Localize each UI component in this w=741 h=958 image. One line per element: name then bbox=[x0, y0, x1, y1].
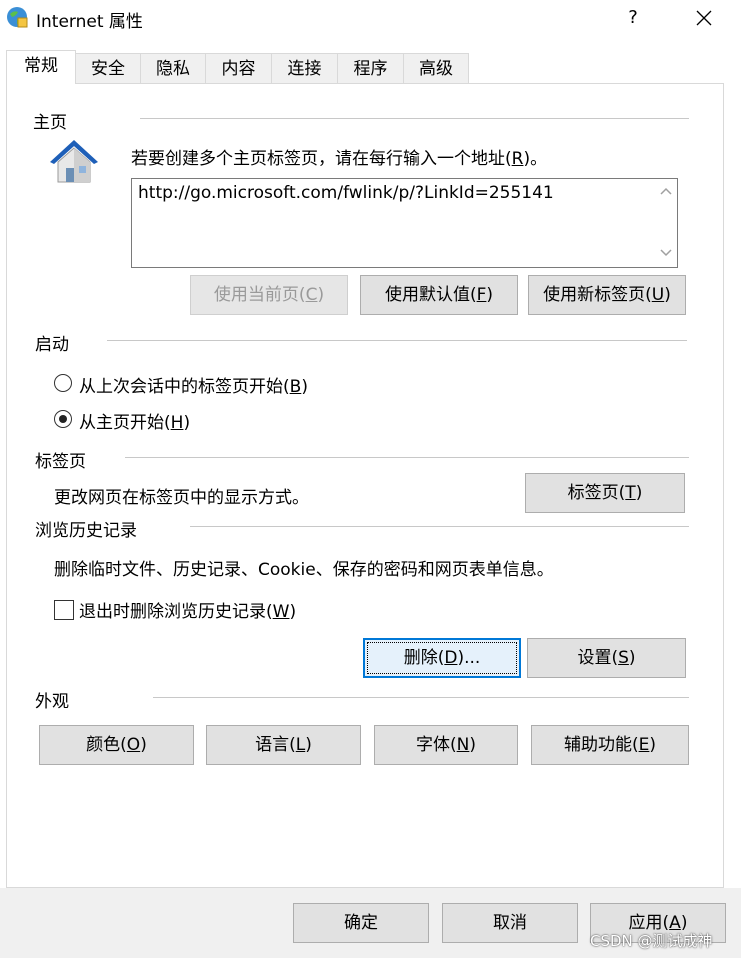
url-scrollbar[interactable] bbox=[655, 179, 677, 267]
tab-advanced[interactable]: 高级 bbox=[403, 53, 469, 83]
tab-privacy[interactable]: 隐私 bbox=[140, 53, 206, 83]
help-button[interactable]: ? bbox=[621, 4, 645, 32]
languages-button[interactable]: 语言(L) bbox=[206, 725, 361, 765]
ok-button[interactable]: 确定 bbox=[293, 903, 429, 943]
history-section-rule bbox=[190, 526, 689, 527]
home-section-rule bbox=[140, 118, 689, 119]
startup-section-rule bbox=[107, 340, 687, 341]
title-bar: Internet 属性 ? bbox=[0, 0, 741, 40]
tab-content[interactable]: 内容 bbox=[205, 53, 272, 83]
appearance-section-label: 外观 bbox=[35, 687, 69, 712]
fonts-button[interactable]: 字体(N) bbox=[374, 725, 518, 765]
tab-connections[interactable]: 连接 bbox=[271, 53, 338, 83]
tabs-description: 更改网页在标签页中的显示方式。 bbox=[54, 488, 309, 508]
startup-home-radio[interactable] bbox=[54, 410, 72, 428]
close-button[interactable] bbox=[690, 4, 718, 32]
home-url-textarea[interactable]: http://go.microsoft.com/fwlink/p/?LinkId… bbox=[131, 178, 678, 268]
close-icon bbox=[696, 10, 712, 26]
scroll-down-icon[interactable] bbox=[660, 249, 672, 257]
appearance-section-rule bbox=[153, 697, 689, 698]
history-section-label: 浏览历史记录 bbox=[35, 516, 137, 541]
tab-security[interactable]: 安全 bbox=[75, 53, 141, 83]
tabs-section-label: 标签页 bbox=[35, 447, 86, 472]
colors-button[interactable]: 颜色(O) bbox=[39, 725, 194, 765]
delete-on-exit-label[interactable]: 退出时删除浏览历史记录(W) bbox=[79, 597, 296, 622]
use-new-tab-button[interactable]: 使用新标签页(U) bbox=[528, 275, 686, 315]
home-instruction: 若要创建多个主页标签页，请在每行输入一个地址(R)。 bbox=[131, 149, 548, 169]
home-url-value: http://go.microsoft.com/fwlink/p/?LinkId… bbox=[138, 183, 554, 203]
watermark: CSDN @测试成神 bbox=[590, 932, 713, 950]
home-section-label: 主页 bbox=[33, 108, 67, 133]
window-title: Internet 属性 bbox=[36, 12, 143, 32]
use-default-button[interactable]: 使用默认值(F) bbox=[360, 275, 518, 315]
startup-last-session-radio[interactable] bbox=[54, 374, 72, 392]
history-description: 删除临时文件、历史记录、Cookie、保存的密码和网页表单信息。 bbox=[54, 560, 554, 580]
startup-section-label: 启动 bbox=[35, 330, 69, 355]
internet-globe-icon bbox=[7, 7, 28, 28]
delete-history-button[interactable]: 删除(D)... bbox=[363, 638, 521, 678]
tabs-section-rule bbox=[125, 457, 689, 458]
tab-general[interactable]: 常规 bbox=[6, 50, 76, 84]
use-current-button[interactable]: 使用当前页(C) bbox=[190, 275, 348, 315]
delete-on-exit-checkbox[interactable] bbox=[54, 600, 74, 620]
tabs-settings-button[interactable]: 标签页(T) bbox=[525, 473, 685, 513]
scroll-up-icon[interactable] bbox=[660, 187, 672, 195]
history-settings-button[interactable]: 设置(S) bbox=[527, 638, 686, 678]
home-house-icon bbox=[50, 140, 98, 183]
tab-programs[interactable]: 程序 bbox=[337, 53, 404, 83]
cancel-button[interactable]: 取消 bbox=[442, 903, 578, 943]
startup-home-label[interactable]: 从主页开始(H) bbox=[79, 408, 190, 433]
startup-last-session-label[interactable]: 从上次会话中的标签页开始(B) bbox=[79, 372, 308, 397]
accessibility-button[interactable]: 辅助功能(E) bbox=[531, 725, 689, 765]
